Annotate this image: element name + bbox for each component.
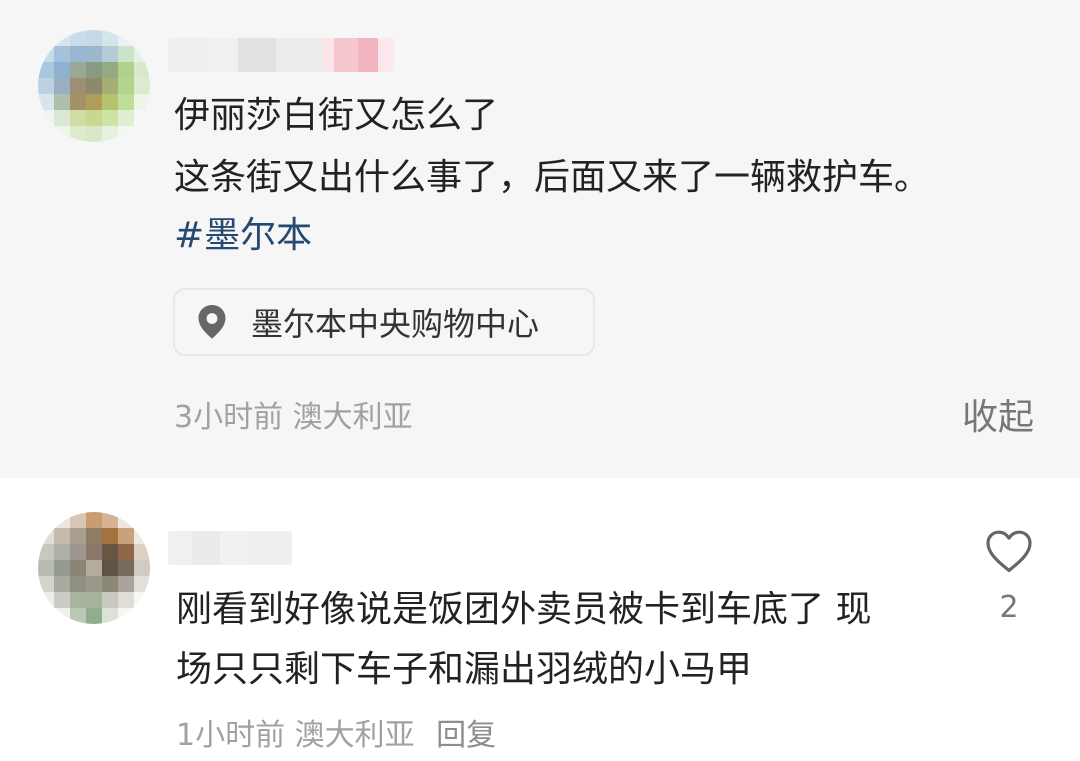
comment-time-region: 1小时前 澳大利亚 bbox=[176, 718, 415, 753]
location-pin-icon bbox=[197, 304, 227, 340]
post-title: 伊丽莎白街又怎么了 bbox=[174, 95, 499, 136]
location-tag[interactable]: 墨尔本中央购物中心 bbox=[173, 288, 595, 356]
commenter-name-masked[interactable] bbox=[168, 531, 292, 565]
collapse-button[interactable]: 收起 bbox=[962, 388, 1034, 440]
comment-text-line-1: 刚看到好像说是饭团外卖员被卡到车底了 现 bbox=[176, 589, 872, 630]
comment-text-line-2: 场只只剩下车子和漏出羽绒的小马甲 bbox=[176, 649, 753, 690]
post-body: 这条街又出什么事了，后面又来了一辆救护车。 bbox=[174, 157, 931, 198]
location-label: 墨尔本中央购物中心 bbox=[251, 305, 540, 343]
heart-icon[interactable] bbox=[984, 528, 1034, 574]
author-avatar[interactable] bbox=[38, 30, 150, 142]
author-name-masked[interactable] bbox=[168, 38, 394, 72]
post-card: 伊丽莎白街又怎么了 这条街又出什么事了，后面又来了一辆救护车。 #墨尔本 墨尔本… bbox=[0, 0, 1080, 478]
post-meta: 3小时前 澳大利亚 bbox=[174, 400, 413, 435]
commenter-avatar[interactable] bbox=[38, 512, 150, 624]
comment-meta: 1小时前 澳大利亚 回复 bbox=[176, 710, 496, 754]
reply-button[interactable]: 回复 bbox=[436, 718, 496, 753]
like-count: 2 bbox=[999, 590, 1019, 625]
hashtag-link[interactable]: #墨尔本 bbox=[174, 214, 312, 258]
